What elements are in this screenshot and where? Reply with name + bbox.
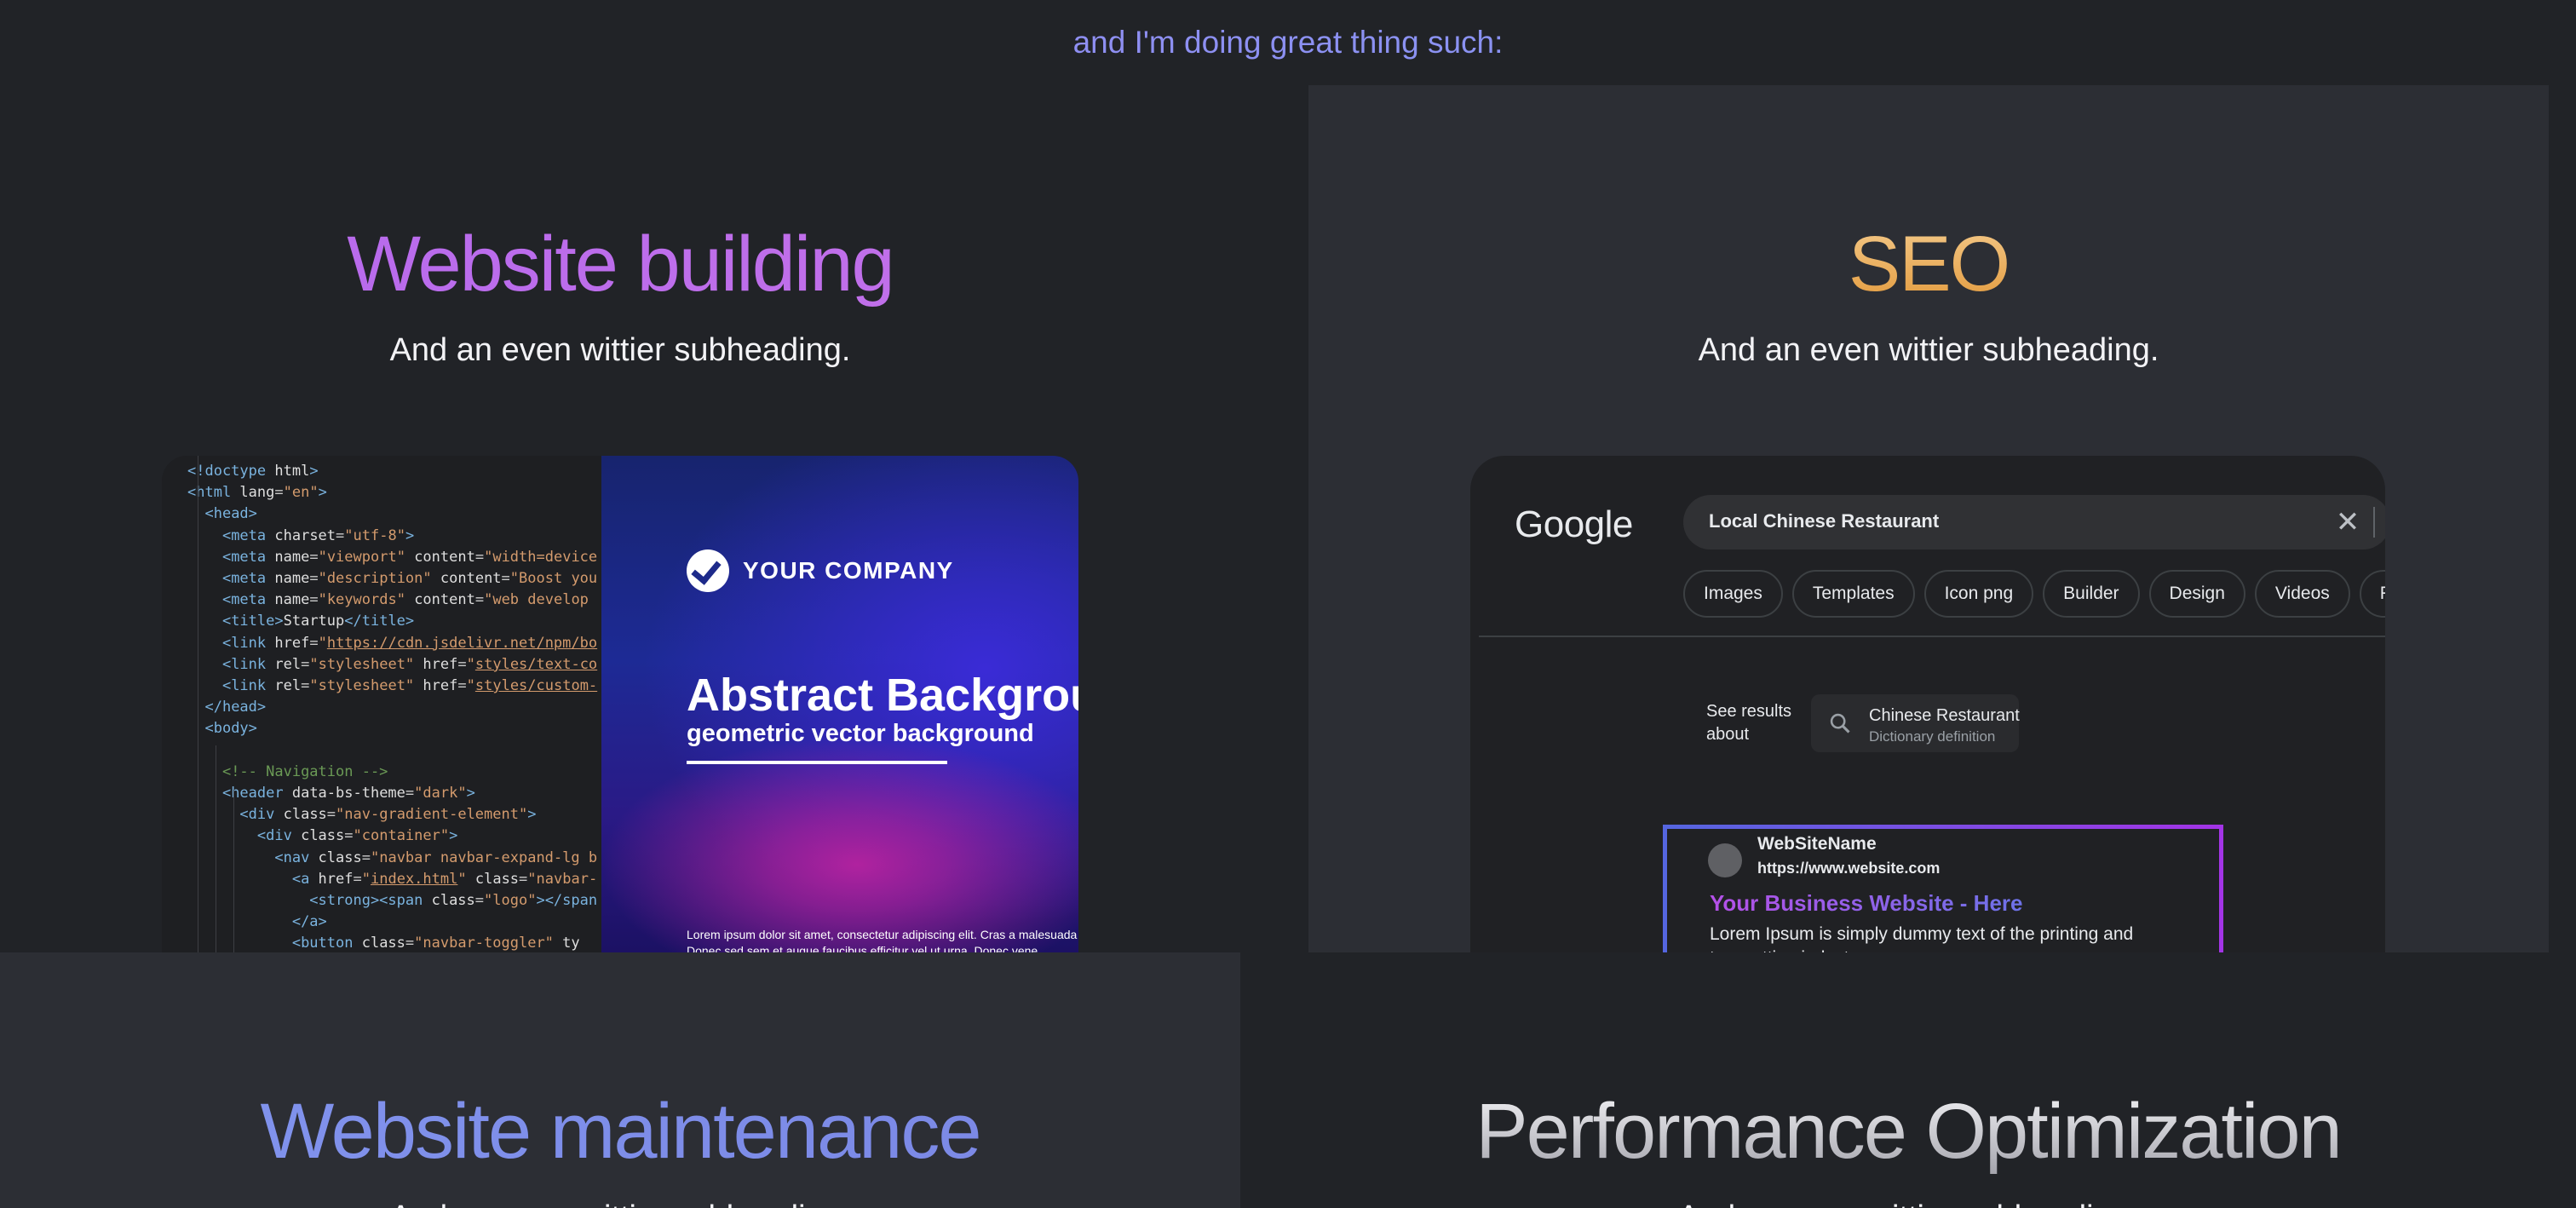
- poster-subtitle: geometric vector background: [687, 720, 1034, 747]
- result-title[interactable]: Your Business Website - Here: [1710, 890, 2022, 917]
- chip-templates[interactable]: Templates: [1791, 570, 1915, 618]
- poster-body: Lorem ipsum dolor sit amet, consectetur …: [687, 928, 1078, 952]
- chip-icon-png[interactable]: Icon png: [1923, 570, 2034, 618]
- service-seo: SEO And an even wittier subheading. Goog…: [1308, 85, 2549, 952]
- entity-subtitle: Dictionary definition: [1869, 728, 1996, 745]
- result-url: https://www.website.com: [1757, 860, 1941, 877]
- service-website-building: Website building And an even wittier sub…: [0, 85, 1240, 952]
- service-performance-optimization: Performance Optimization And an even wit…: [1240, 952, 2576, 1208]
- poster-divider: [687, 761, 947, 764]
- service-subtitle: And an even wittier subheading.: [0, 1199, 1240, 1208]
- search-query: Local Chinese Restaurant: [1709, 510, 1940, 532]
- service-title: Website building: [0, 221, 1240, 308]
- poster-title: Abstract Background: [687, 670, 1078, 721]
- company-name: YOUR COMPANY: [743, 557, 954, 584]
- results-divider: [1479, 636, 2385, 637]
- google-logo: Google: [1515, 503, 1633, 545]
- poster-preview: YOUR COMPANY Abstract Background geometr…: [601, 456, 1078, 952]
- search-result[interactable]: WebSiteName https://www.website.com Your…: [1663, 825, 2223, 952]
- search-icon: [1830, 713, 1850, 733]
- filter-chips: Images Templates Icon png Builder Design…: [1683, 570, 2385, 618]
- website-preview-card: <!doctype html> <html lang="en"> <head> …: [162, 456, 1078, 952]
- chip-design[interactable]: Design: [2148, 570, 2245, 618]
- service-title: Performance Optimization: [1240, 1088, 2576, 1175]
- service-subtitle: And an even wittier subheading.: [1240, 1199, 2576, 1208]
- result-description: Lorem Ipsum is simply dummy text of the …: [1710, 924, 2134, 952]
- google-search-preview: Google Local Chinese Restaurant ✕ Images…: [1470, 456, 2385, 952]
- chip-images[interactable]: Images: [1683, 570, 1783, 618]
- checkmark-logo-icon: [687, 549, 729, 592]
- service-website-maintenance: Website maintenance And an even wittier …: [0, 952, 1240, 1208]
- service-title: SEO: [1308, 221, 2549, 308]
- close-icon[interactable]: ✕: [2331, 505, 2365, 539]
- service-subtitle: And an even wittier subheading.: [1698, 332, 2159, 368]
- search-divider: [2373, 507, 2375, 538]
- chip-videos[interactable]: Videos: [2254, 570, 2350, 618]
- entity-title: Chinese Restaurant: [1869, 706, 2020, 725]
- chip-builder[interactable]: Builder: [2043, 570, 2140, 618]
- service-title: Website maintenance: [0, 1088, 1240, 1175]
- favicon: [1708, 843, 1742, 877]
- chip-free[interactable]: Free: [2359, 570, 2385, 618]
- service-subtitle: And an even wittier subheading.: [389, 332, 851, 368]
- code-editor: <!doctype html> <html lang="en"> <head> …: [162, 456, 601, 952]
- intro-text: and I'm doing great thing such:: [0, 0, 2576, 85]
- see-results-label: See results about: [1706, 702, 1792, 744]
- result-site-name: WebSiteName: [1757, 834, 1877, 854]
- search-input[interactable]: Local Chinese Restaurant ✕: [1683, 495, 2385, 549]
- entity-suggestion[interactable]: Chinese Restaurant Dictionary definition: [1811, 694, 2020, 752]
